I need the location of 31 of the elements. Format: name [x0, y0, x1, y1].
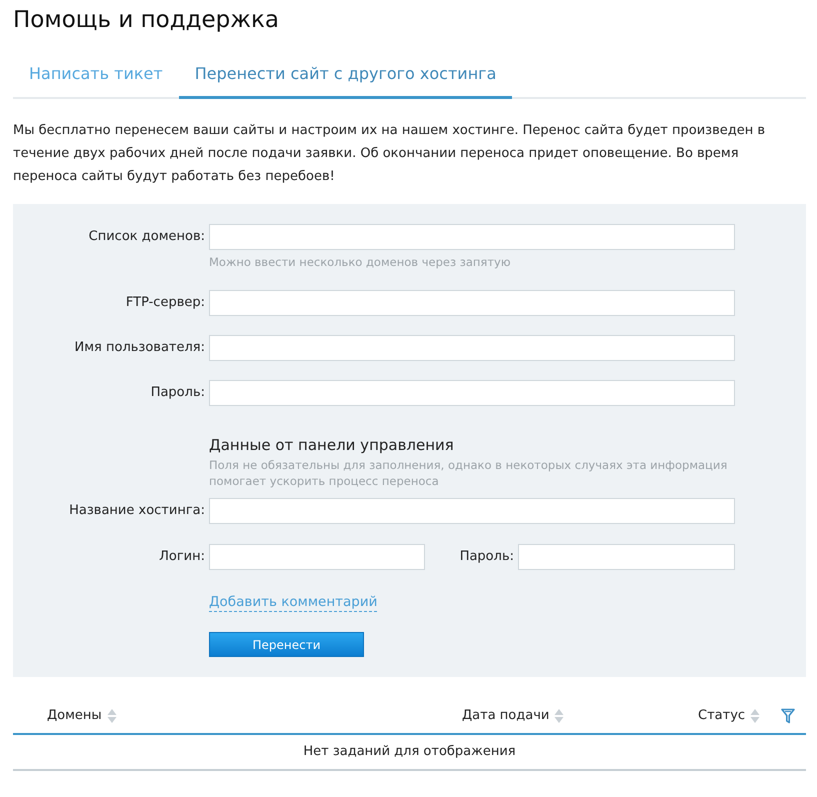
input-field[interactable] [209, 380, 735, 406]
tab[interactable]: Перенести сайт с другого хостинга [178, 50, 512, 99]
intro-paragraph: Мы бесплатно перенесем ваши сайты и настроим их на нашем хостинге. Перенос сайта будет произведен в течение двух рабочих дней после подачи заявки. Об окончании переноса придет оповещение. Во время переноса сайты будут работать без перебоев! [13, 122, 766, 186]
sort-icon[interactable] [554, 708, 564, 724]
column-header[interactable]: Дата подачи [462, 707, 550, 725]
column-header[interactable]: Статус [698, 707, 746, 725]
input-field[interactable] [518, 544, 735, 570]
input-field[interactable] [209, 335, 735, 361]
filter-icon[interactable] [781, 708, 795, 724]
tab[interactable]: Написать тикет [13, 50, 179, 99]
input-field[interactable] [209, 224, 735, 250]
add-comment-link[interactable]: Добавить комментарий [209, 593, 378, 612]
sort-icon[interactable] [106, 708, 117, 724]
input-field[interactable] [209, 290, 735, 316]
sort-icon[interactable] [750, 708, 760, 724]
field-label: Имя пользователя: [74, 339, 205, 357]
field-hint: Можно ввести несколько доменов через запятую [209, 255, 510, 269]
field-label: Логин: [159, 548, 205, 566]
column-header[interactable]: Домены [47, 707, 102, 725]
input-field[interactable] [209, 544, 425, 570]
empty-message: Нет заданий для отображения [303, 743, 516, 761]
field-label: FTP-сервер: [126, 294, 205, 312]
section-heading: Данные от панели управления [209, 435, 454, 455]
field-label: Список доменов: [88, 228, 205, 246]
page-title: Помощь и поддержка [13, 6, 279, 34]
section-hint: Поля не обязательны для заполнения, однако в некоторых случаях эта информация помогает ускорить процесс переноса [209, 457, 728, 489]
field-label: Пароль: [460, 548, 514, 566]
field-label: Пароль: [150, 384, 205, 402]
submit-button[interactable]: Перенести [209, 632, 364, 657]
input-field[interactable] [209, 498, 735, 524]
field-label: Название хостинга: [69, 502, 205, 520]
